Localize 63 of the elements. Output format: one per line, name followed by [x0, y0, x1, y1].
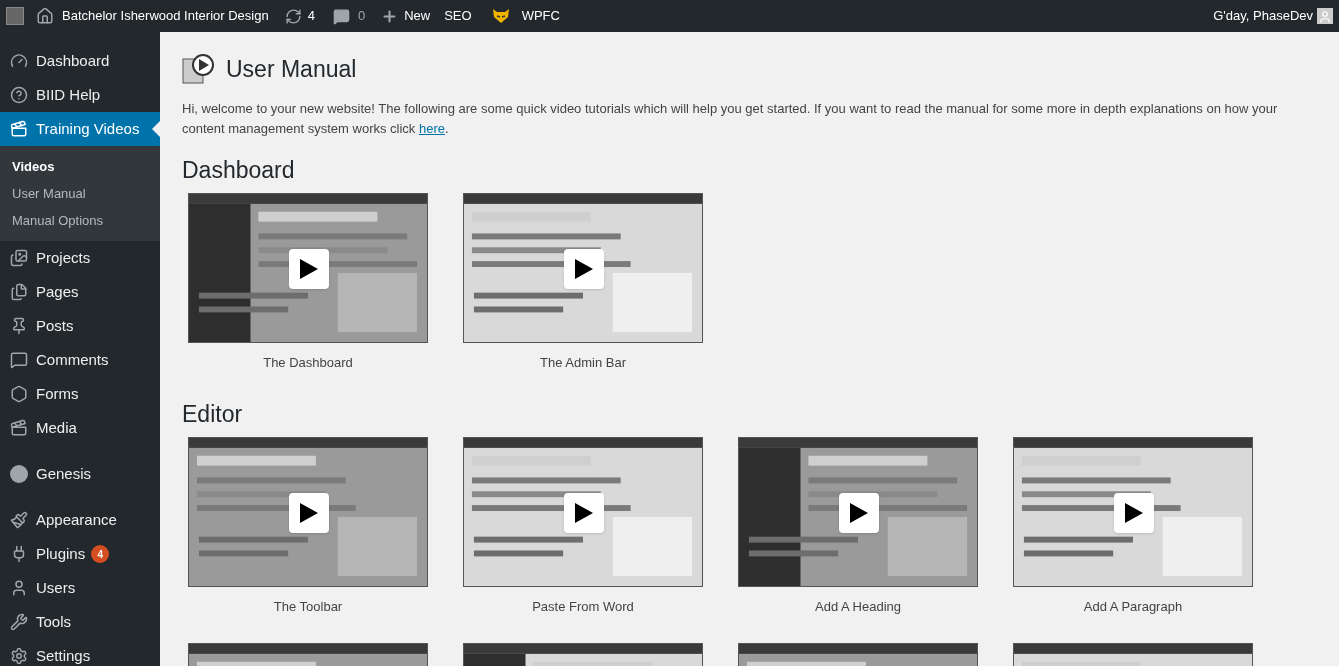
- user-icon: [10, 579, 28, 597]
- sidebar-item[interactable]: Genesis: [0, 457, 160, 491]
- video-title[interactable]: The Dashboard: [263, 353, 353, 373]
- sidebar-item[interactable]: Tools: [0, 605, 160, 639]
- video-title[interactable]: Add A Heading: [815, 597, 901, 617]
- sidebar-item[interactable]: Settings: [0, 639, 160, 666]
- media-icon: [10, 419, 28, 437]
- updates-icon[interactable]: [284, 7, 302, 25]
- submenu-item[interactable]: Videos: [0, 153, 160, 180]
- pin-icon: [10, 317, 28, 335]
- current-arrow-icon: [152, 121, 160, 137]
- manual-video-icon: [182, 53, 216, 86]
- sidebar-item[interactable]: Forms: [0, 377, 160, 411]
- video-title[interactable]: Paste From Word: [532, 597, 634, 617]
- hexagon-icon: [10, 385, 28, 403]
- count-badge: 4: [91, 545, 110, 563]
- sidebar-item[interactable]: Media: [0, 411, 160, 445]
- video-title[interactable]: Add A Paragraph: [1083, 597, 1183, 617]
- site-name-link[interactable]: Batchelor Isherwood Interior Design: [62, 6, 269, 26]
- play-icon: [289, 249, 329, 289]
- sidebar-item[interactable]: Projects: [0, 241, 160, 275]
- video-title[interactable]: The Toolbar: [273, 597, 343, 617]
- images-icon: [10, 249, 28, 267]
- here-link[interactable]: here: [419, 120, 446, 136]
- play-icon: [564, 493, 604, 533]
- play-icon: [564, 249, 604, 289]
- paintbrush-icon: [10, 511, 28, 529]
- help-icon: [10, 86, 28, 104]
- sidebar-item[interactable]: Users: [0, 571, 160, 605]
- gauge-icon: [10, 52, 28, 70]
- settings-icon: [10, 647, 28, 665]
- video-icon: [10, 120, 28, 138]
- seo-link[interactable]: SEO: [444, 6, 472, 26]
- play-icon: [1114, 493, 1154, 533]
- play-icon: [289, 493, 329, 533]
- section-heading: Dashboard: [182, 155, 296, 185]
- comments-icon[interactable]: [332, 7, 350, 25]
- sidebar-item[interactable]: Comments: [0, 343, 160, 377]
- page-title: User Manual: [226, 55, 357, 84]
- comments-count[interactable]: 0: [357, 6, 366, 26]
- wrench-icon: [10, 613, 28, 631]
- sidebar-item[interactable]: Dashboard: [0, 44, 160, 78]
- sidebar-item[interactable]: BIID Help: [0, 78, 160, 112]
- intro-text: Hi, welcome to your new website! The following are some quick video tutorials which will help you get started. If you want to read the manual for some more in depth explanations on how your content management system works click here.: [182, 99, 1279, 138]
- play-icon: [839, 493, 879, 533]
- new-link[interactable]: New: [404, 6, 431, 26]
- submenu-item[interactable]: User Manual: [0, 180, 160, 207]
- tiger-icon[interactable]: [491, 8, 510, 24]
- sidebar-item[interactable]: Training Videos: [0, 112, 160, 146]
- updates-count[interactable]: 4: [307, 6, 315, 26]
- comment-icon: [10, 351, 28, 369]
- video-title[interactable]: The Admin Bar: [540, 353, 626, 373]
- add-icon[interactable]: [381, 7, 399, 25]
- pages-icon: [10, 283, 28, 301]
- wpfc-link[interactable]: WPFC: [521, 6, 560, 26]
- greeting-link[interactable]: G'day, PhaseDev: [1213, 6, 1313, 26]
- sidebar-item[interactable]: Posts: [0, 309, 160, 343]
- sidebar-item[interactable]: Pages: [0, 275, 160, 309]
- submenu-item[interactable]: Manual Options: [0, 207, 160, 234]
- section-heading: Editor: [182, 399, 244, 429]
- sidebar-item[interactable]: Appearance: [0, 503, 160, 537]
- sidebar-item[interactable]: Plugins 4: [0, 537, 160, 571]
- home-icon[interactable]: [36, 7, 54, 25]
